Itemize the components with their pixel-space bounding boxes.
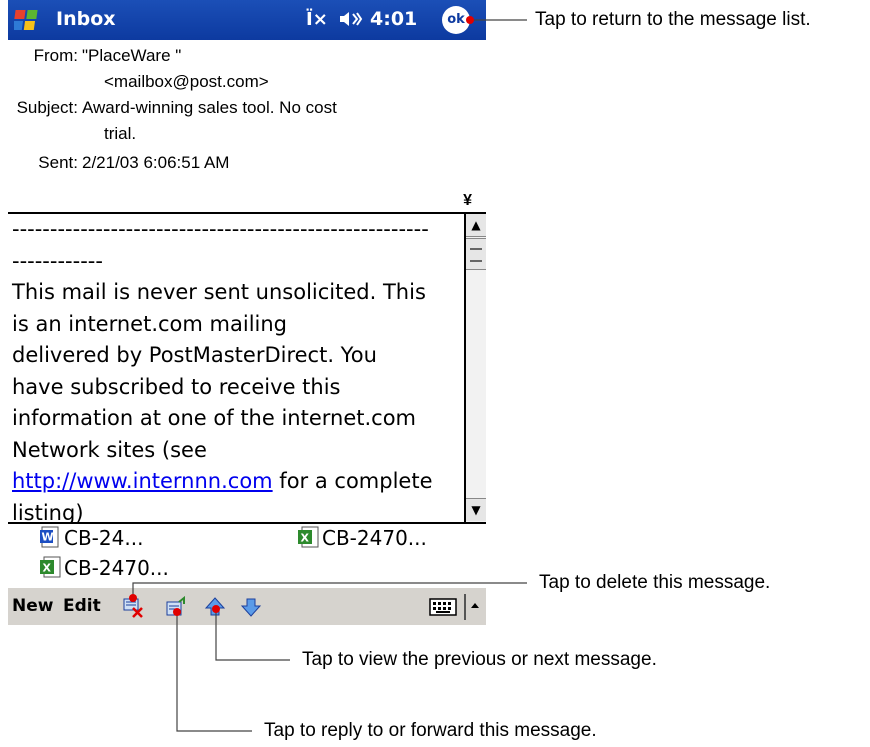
body-line: have subscribed to receive this <box>12 374 341 399</box>
attachment-name: CB-2470... <box>64 556 169 580</box>
expand-header-icon[interactable]: ¥ <box>463 192 472 210</box>
new-menu[interactable]: New <box>12 596 53 616</box>
scroll-up-arrow-icon[interactable]: ▲ <box>466 214 486 237</box>
body-line: listing) <box>12 500 84 523</box>
grip-icon <box>470 248 482 262</box>
subject-line-continued: trial. <box>104 124 137 143</box>
keyboard-icon[interactable] <box>429 598 457 616</box>
sent-value: 2/21/03 6:06:51 AM <box>82 153 230 172</box>
attachment-item[interactable]: W CB-24... <box>40 526 143 550</box>
previous-message-icon[interactable] <box>204 596 226 618</box>
attachment-name: CB-24... <box>64 526 144 550</box>
message-header: From: "PlaceWare " <mailbox@post.com> Su… <box>8 40 486 212</box>
svg-text:X: X <box>301 532 310 545</box>
connectivity-icon[interactable]: Ï× <box>306 9 328 30</box>
body-line: ------------ <box>12 248 103 273</box>
attachment-item[interactable]: X CB-2470... <box>298 526 427 550</box>
command-bar: New Edit <box>8 587 486 625</box>
speaker-volume-icon[interactable] <box>338 9 364 29</box>
body-line: delivered by PostMasterDirect. You <box>12 343 377 367</box>
subject-line: Award-winning sales tool. No cost <box>82 98 337 117</box>
callout-text-prevnext: Tap to view the previous or next message… <box>302 649 657 670</box>
edit-menu[interactable]: Edit <box>63 596 101 616</box>
from-name: "PlaceWare " <box>82 46 182 65</box>
callout-text-ok: Tap to return to the message list. <box>535 9 811 30</box>
pocketpc-screen: Inbox Ï× 4:01 ok From: "PlaceWare " <mai… <box>8 0 486 625</box>
word-document-icon: W <box>40 526 59 548</box>
attachment-name: CB-2470... <box>322 526 427 550</box>
callout-text-reply: Tap to reply to or forward this message. <box>264 720 597 741</box>
scrollbar[interactable]: ▲ ▼ <box>464 214 486 522</box>
input-panel-arrow-icon[interactable] <box>464 594 484 620</box>
scroll-thumb[interactable] <box>466 238 486 270</box>
body-line: Network sites (see <box>12 437 207 462</box>
body-line: This mail is never sent unsolicited. Thi… <box>12 280 426 304</box>
body-line: ----------------------------------------… <box>12 217 429 241</box>
ok-button[interactable]: ok <box>442 6 470 34</box>
message-body[interactable]: ----------------------------------------… <box>8 214 464 522</box>
attachment-item[interactable]: X CB-2470... <box>40 556 169 580</box>
from-label: From: <box>33 46 78 65</box>
body-line-with-link: http://www.internnn.com for a complete <box>8 466 464 498</box>
body-link[interactable]: http://www.internnn.com <box>12 469 273 493</box>
clock[interactable]: 4:01 <box>370 8 417 30</box>
body-line: is an internet.com mailing <box>12 311 287 336</box>
callout-line-reply <box>176 612 252 732</box>
scroll-down-arrow-icon[interactable]: ▼ <box>466 498 486 521</box>
body-line: information at one of the internet.com <box>12 406 417 430</box>
callout-text-delete: Tap to delete this message. <box>539 572 771 593</box>
excel-spreadsheet-icon: X <box>298 526 319 548</box>
subject-label: Subject: <box>16 98 78 117</box>
next-message-icon[interactable] <box>240 596 262 618</box>
windows-start-icon[interactable] <box>14 7 40 33</box>
excel-spreadsheet-icon: X <box>40 556 61 578</box>
sent-label: Sent: <box>38 153 78 172</box>
title-bar: Inbox Ï× 4:01 ok <box>8 0 486 40</box>
svg-text:X: X <box>43 562 52 575</box>
app-title: Inbox <box>56 8 116 30</box>
reply-forward-icon[interactable] <box>165 596 187 618</box>
from-email: <mailbox@post.com> <box>104 72 269 91</box>
delete-message-icon[interactable] <box>122 596 144 618</box>
body-link-suffix: for a complete <box>272 469 433 493</box>
svg-text:W: W <box>42 531 54 544</box>
attachments-area: W CB-24... X CB-2470... X CB-2470... <box>8 524 486 584</box>
